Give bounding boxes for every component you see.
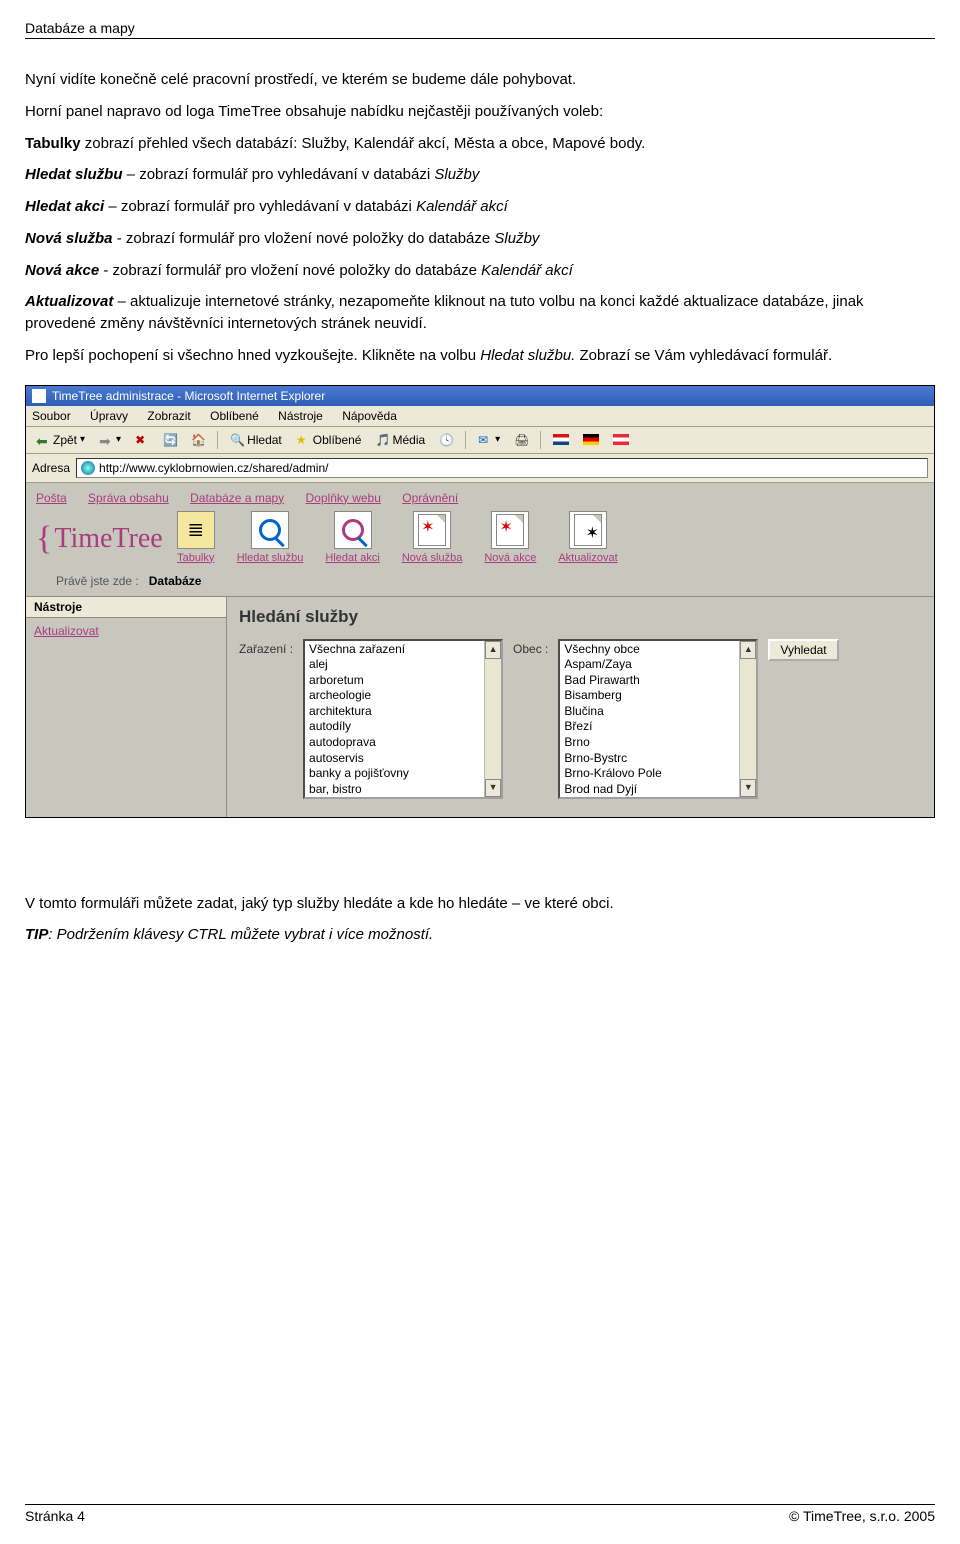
magnifier-icon xyxy=(251,511,289,549)
window-title: TimeTree administrace - Microsoft Intern… xyxy=(52,389,325,403)
address-bar: Adresa http://www.cyklobrnowien.cz/share… xyxy=(26,454,934,483)
scroll-down-icon[interactable]: ▼ xyxy=(740,779,756,797)
tool-tabulky[interactable]: ≣ Tabulky xyxy=(177,511,215,564)
media-button[interactable]: 🎵Média xyxy=(371,432,429,448)
history-icon: 🕓 xyxy=(439,433,453,447)
scroll-down-icon[interactable]: ▼ xyxy=(485,779,501,797)
refresh-doc-icon: ✶ xyxy=(569,511,607,549)
stop-icon: ✖ xyxy=(135,433,149,447)
scrollbar[interactable]: ▲ ▼ xyxy=(484,641,501,797)
refresh-button[interactable]: 🔄 xyxy=(159,432,181,448)
tool-aktualizovat[interactable]: ✶ Aktualizovat xyxy=(558,511,617,564)
paragraph: Nyní vidíte konečně celé pracovní prostř… xyxy=(25,69,935,91)
sidebar-heading: Nástroje xyxy=(26,597,226,618)
admin-tabs: Pošta Správa obsahu Databáze a mapy Dopl… xyxy=(26,483,934,505)
main-panel: Hledání služby Zařazení : Všechna zařaze… xyxy=(227,597,934,817)
breadcrumb: Právě jste zde : Databáze xyxy=(26,564,934,596)
listbox-obec[interactable]: Všechny obce Aspam/Zaya Bad Pirawarth Bi… xyxy=(558,639,758,799)
tab-posta[interactable]: Pošta xyxy=(36,491,67,505)
scrollbar[interactable]: ▲ ▼ xyxy=(739,641,756,797)
address-input[interactable]: http://www.cyklobrnowien.cz/shared/admin… xyxy=(76,458,928,478)
paragraph: Hledat službu – zobrazí formulář pro vyh… xyxy=(25,164,935,186)
scroll-up-icon[interactable]: ▲ xyxy=(485,641,501,659)
paragraph: Aktualizovat – aktualizuje internetové s… xyxy=(25,291,935,335)
listbox-zarazeni[interactable]: Všechna zařazení alej arboretum archeolo… xyxy=(303,639,503,799)
paragraph: Tabulky zobrazí přehled všech databází: … xyxy=(25,133,935,155)
browser-screenshot: TimeTree administrace - Microsoft Intern… xyxy=(25,385,935,818)
tool-nova-akce[interactable]: ✶ Nová akce xyxy=(484,511,536,564)
refresh-icon: 🔄 xyxy=(163,433,177,447)
mail-icon: ✉ xyxy=(478,433,492,447)
footer-page-number: Stránka 4 xyxy=(25,1508,85,1524)
search-button[interactable]: 🔍Hledat xyxy=(226,432,286,448)
tab-sprava[interactable]: Správa obsahu xyxy=(88,491,169,505)
star-icon: ★ xyxy=(296,433,310,447)
menu-item[interactable]: Nápověda xyxy=(342,409,397,423)
back-button[interactable]: ⬅Zpět ▾ xyxy=(32,432,89,448)
sidebar: Nástroje Aktualizovat xyxy=(26,597,227,817)
tool-hledat-sluzbu[interactable]: Hledat službu xyxy=(237,511,304,564)
timetree-logo: {TimeTree xyxy=(36,520,163,564)
footer-copyright: © TimeTree, s.r.o. 2005 xyxy=(789,1508,935,1524)
flag-icon xyxy=(583,434,599,445)
filter-label-obec: Obec : xyxy=(513,639,548,656)
menu-item[interactable]: Zobrazit xyxy=(147,409,190,423)
page-footer: Stránka 4 © TimeTree, s.r.o. 2005 xyxy=(25,1504,935,1524)
search-icon: 🔍 xyxy=(230,433,244,447)
print-button[interactable]: 🖨 xyxy=(510,432,532,448)
mail-button[interactable]: ✉▾ xyxy=(474,432,504,448)
tables-icon: ≣ xyxy=(177,511,215,549)
tip-paragraph: TIP: Podržením klávesy CTRL můžete vybra… xyxy=(25,924,935,946)
tool-nova-sluzba[interactable]: ✶ Nová služba xyxy=(402,511,463,564)
back-icon: ⬅ xyxy=(36,433,50,447)
globe-icon xyxy=(81,461,95,475)
flag-de[interactable] xyxy=(579,433,603,446)
flag-icon xyxy=(613,434,629,445)
ie-icon xyxy=(32,389,46,403)
tab-opravneni[interactable]: Oprávnění xyxy=(402,491,458,505)
home-button[interactable]: 🏠 xyxy=(187,432,209,448)
tab-doplnky[interactable]: Doplňky webu xyxy=(306,491,381,505)
window-titlebar: TimeTree administrace - Microsoft Intern… xyxy=(26,386,934,406)
filter-label-zarazeni: Zařazení : xyxy=(239,639,293,656)
new-doc-icon: ✶ xyxy=(491,511,529,549)
print-icon: 🖨 xyxy=(514,433,528,447)
magnifier-icon xyxy=(334,511,372,549)
doc-header: Databáze a mapy xyxy=(25,20,935,39)
address-label: Adresa xyxy=(32,461,70,475)
search-button[interactable]: Vyhledat xyxy=(768,639,838,661)
main-title: Hledání služby xyxy=(227,597,934,639)
tab-databaze[interactable]: Databáze a mapy xyxy=(190,491,284,505)
toolbar: ⬅Zpět ▾ ➡▾ ✖ 🔄 🏠 🔍Hledat ★Oblíbené 🎵Médi… xyxy=(26,427,934,454)
menu-item[interactable]: Oblíbené xyxy=(210,409,259,423)
flag-cz[interactable] xyxy=(549,433,573,446)
forward-icon: ➡ xyxy=(99,433,113,447)
paragraph: Nová služba - zobrazí formulář pro vlože… xyxy=(25,228,935,250)
menubar: Soubor Úpravy Zobrazit Oblíbené Nástroje… xyxy=(26,406,934,427)
flag-icon xyxy=(553,434,569,445)
paragraph: Hledat akci – zobrazí formulář pro vyhle… xyxy=(25,196,935,218)
history-button[interactable]: 🕓 xyxy=(435,432,457,448)
new-doc-icon: ✶ xyxy=(413,511,451,549)
menu-item[interactable]: Nástroje xyxy=(278,409,323,423)
paragraph: Nová akce - zobrazí formulář pro vložení… xyxy=(25,260,935,282)
forward-button[interactable]: ➡▾ xyxy=(95,432,125,448)
scroll-up-icon[interactable]: ▲ xyxy=(740,641,756,659)
favorites-button[interactable]: ★Oblíbené xyxy=(292,432,366,448)
paragraph: V tomto formuláři můžete zadat, jaký typ… xyxy=(25,893,935,915)
menu-item[interactable]: Soubor xyxy=(32,409,71,423)
tool-hledat-akci[interactable]: Hledat akci xyxy=(325,511,379,564)
menu-item[interactable]: Úpravy xyxy=(90,409,128,423)
media-icon: 🎵 xyxy=(375,433,389,447)
sidebar-link-aktualizovat[interactable]: Aktualizovat xyxy=(34,624,99,638)
paragraph: Horní panel napravo od loga TimeTree obs… xyxy=(25,101,935,123)
brace-icon: { xyxy=(36,520,52,558)
tool-icons-row: ≣ Tabulky Hledat službu Hledat akci ✶ No… xyxy=(177,511,618,564)
paragraph: Pro lepší pochopení si všechno hned vyzk… xyxy=(25,345,935,367)
stop-button[interactable]: ✖ xyxy=(131,432,153,448)
home-icon: 🏠 xyxy=(191,433,205,447)
flag-at[interactable] xyxy=(609,433,633,446)
